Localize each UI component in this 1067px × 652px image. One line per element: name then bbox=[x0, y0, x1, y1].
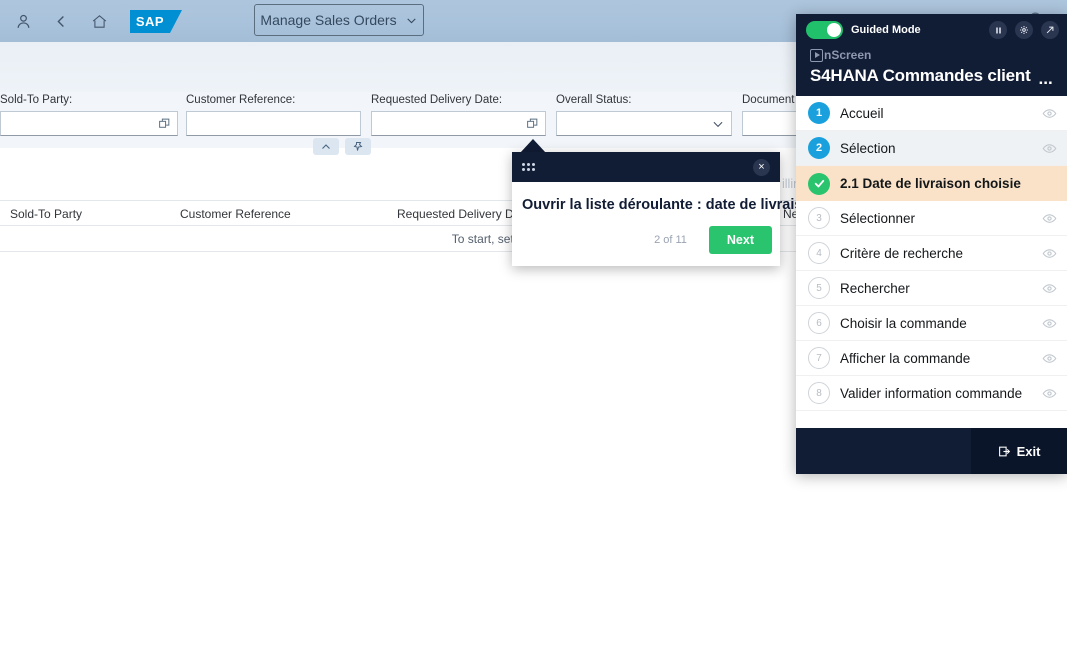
panel-topbar: Guided Mode bbox=[796, 14, 1067, 46]
tooltip-step-counter: 2 of 11 bbox=[654, 234, 687, 247]
back-arrow-icon[interactable] bbox=[50, 10, 72, 32]
guide-step-list: 1 Accueil 2 Sélection 2.1 Date de livrai… bbox=[796, 96, 1067, 428]
next-button[interactable]: Next bbox=[708, 226, 772, 255]
eye-icon[interactable] bbox=[1042, 106, 1057, 121]
step-badge: 6 bbox=[808, 312, 830, 334]
step-label: Sélectionner bbox=[840, 210, 916, 226]
chevron-down-icon[interactable] bbox=[711, 117, 725, 131]
gear-icon[interactable] bbox=[1015, 21, 1033, 39]
footer-spacer bbox=[796, 428, 971, 474]
eye-icon[interactable] bbox=[1042, 316, 1057, 331]
play-square-icon bbox=[810, 48, 823, 62]
eye-icon[interactable] bbox=[1042, 281, 1057, 296]
filter-bar-actions bbox=[313, 138, 371, 155]
column-header-sold-to-party: Sold-To Party bbox=[10, 207, 83, 221]
step-label: Rechercher bbox=[840, 280, 910, 296]
list-item[interactable]: 7 Afficher la commande bbox=[796, 341, 1067, 376]
filter-requested-delivery-date: Requested Delivery Date: bbox=[371, 94, 546, 136]
onscreen-logo: nScreen bbox=[810, 48, 1053, 62]
step-badge: 8 bbox=[808, 382, 830, 404]
filter-label: Customer Reference: bbox=[186, 94, 296, 106]
overflow-menu-button[interactable]: ... bbox=[1039, 71, 1053, 88]
tooltip-pointer-arrow bbox=[520, 139, 546, 153]
filter-label: Sold-To Party: bbox=[0, 94, 73, 106]
pin-filters-button[interactable] bbox=[345, 138, 371, 155]
step-label: 2.1 Date de livraison choisie bbox=[840, 176, 1021, 191]
guidance-tooltip: × Ouvrir la liste déroulante : date de l… bbox=[512, 152, 821, 267]
filter-sold-to-party: Sold-To Party: bbox=[0, 94, 178, 136]
step-label: Afficher la commande bbox=[840, 350, 971, 366]
step-complete-check-icon bbox=[808, 172, 830, 195]
eye-icon[interactable] bbox=[1042, 141, 1057, 156]
exit-icon bbox=[998, 445, 1011, 458]
tooltip-body: Ouvrir la liste déroulante : date de liv… bbox=[512, 182, 821, 222]
step-badge: 5 bbox=[808, 277, 830, 299]
filter-label: Requested Delivery Date: bbox=[371, 94, 503, 106]
list-item[interactable]: 6 Choisir la commande bbox=[796, 306, 1067, 341]
filter-label: Overall Status: bbox=[556, 94, 632, 106]
user-icon[interactable] bbox=[12, 10, 34, 32]
expand-icon[interactable] bbox=[1041, 21, 1059, 39]
eye-icon[interactable] bbox=[1042, 211, 1057, 226]
app-title-dropdown[interactable]: Manage Sales Orders bbox=[254, 4, 424, 36]
filter-customer-reference: Customer Reference: bbox=[186, 94, 361, 136]
tooltip-header[interactable]: × bbox=[512, 152, 780, 182]
column-header-customer-reference: Customer Reference bbox=[180, 207, 291, 221]
guided-mode-toggle[interactable] bbox=[806, 21, 843, 39]
guided-mode-panel: Guided Mode nScreen S4HANA Commandes cli… bbox=[796, 14, 1067, 474]
eye-icon[interactable] bbox=[1042, 246, 1057, 261]
close-icon[interactable]: × bbox=[753, 158, 770, 176]
step-badge: 7 bbox=[808, 347, 830, 369]
step-label: Valider information commande bbox=[840, 385, 1023, 401]
panel-brand-bar: nScreen S4HANA Commandes client ... bbox=[796, 46, 1067, 96]
value-help-icon[interactable] bbox=[526, 117, 539, 130]
list-item[interactable]: 4 Critère de recherche bbox=[796, 236, 1067, 271]
app-title-text: Manage Sales Orders bbox=[260, 12, 397, 28]
panel-title-row: S4HANA Commandes client ... bbox=[810, 66, 1053, 88]
list-item[interactable]: 1 Accueil bbox=[796, 96, 1067, 131]
shell-left-icons: SAP bbox=[0, 9, 182, 33]
list-item[interactable]: 2 Sélection bbox=[796, 131, 1067, 166]
chevron-down-icon bbox=[405, 14, 418, 27]
collapse-filters-button[interactable] bbox=[313, 138, 339, 155]
pause-icon[interactable] bbox=[989, 21, 1007, 39]
eye-icon[interactable] bbox=[1042, 351, 1057, 366]
panel-footer: Exit bbox=[796, 428, 1067, 474]
step-badge: 3 bbox=[808, 207, 830, 229]
list-item[interactable]: 8 Valider information commande bbox=[796, 376, 1067, 411]
step-badge: 2 bbox=[808, 137, 830, 159]
page-title: S4HANA Commandes client bbox=[810, 66, 1031, 85]
tooltip-text: Ouvrir la liste déroulante : date de liv… bbox=[522, 197, 821, 213]
tooltip-footer: 2 of 11 Next bbox=[512, 222, 780, 266]
app-screen: SAP Manage Sales Orders Sold-To Party: C… bbox=[0, 0, 1067, 652]
list-item-active[interactable]: 2.1 Date de livraison choisie bbox=[796, 166, 1067, 201]
sap-logo-text: SAP bbox=[135, 13, 165, 29]
step-label: Sélection bbox=[840, 140, 896, 156]
list-item[interactable]: 5 Rechercher bbox=[796, 271, 1067, 306]
column-header-requested-delivery-date: Requested Delivery Dat bbox=[397, 207, 524, 221]
exit-button[interactable]: Exit bbox=[971, 428, 1067, 474]
sap-logo[interactable]: SAP bbox=[130, 9, 182, 33]
search-input[interactable] bbox=[371, 111, 546, 136]
eye-icon[interactable] bbox=[1042, 386, 1057, 401]
brand-name: nScreen bbox=[824, 48, 872, 62]
guided-mode-label: Guided Mode bbox=[851, 24, 921, 36]
overall-status-dropdown[interactable] bbox=[556, 111, 732, 136]
step-label: Choisir la commande bbox=[840, 315, 967, 331]
step-label: Accueil bbox=[840, 105, 884, 121]
search-input[interactable] bbox=[0, 111, 178, 136]
home-icon[interactable] bbox=[88, 10, 110, 32]
drag-handle-icon[interactable] bbox=[522, 163, 535, 171]
value-help-icon[interactable] bbox=[158, 117, 171, 130]
step-badge: 1 bbox=[808, 102, 830, 124]
filter-overall-status: Overall Status: bbox=[556, 94, 732, 136]
exit-label: Exit bbox=[1016, 443, 1041, 459]
step-label: Critère de recherche bbox=[840, 245, 964, 261]
search-input[interactable] bbox=[186, 111, 361, 136]
list-item[interactable]: 3 Sélectionner bbox=[796, 201, 1067, 236]
step-badge: 4 bbox=[808, 242, 830, 264]
